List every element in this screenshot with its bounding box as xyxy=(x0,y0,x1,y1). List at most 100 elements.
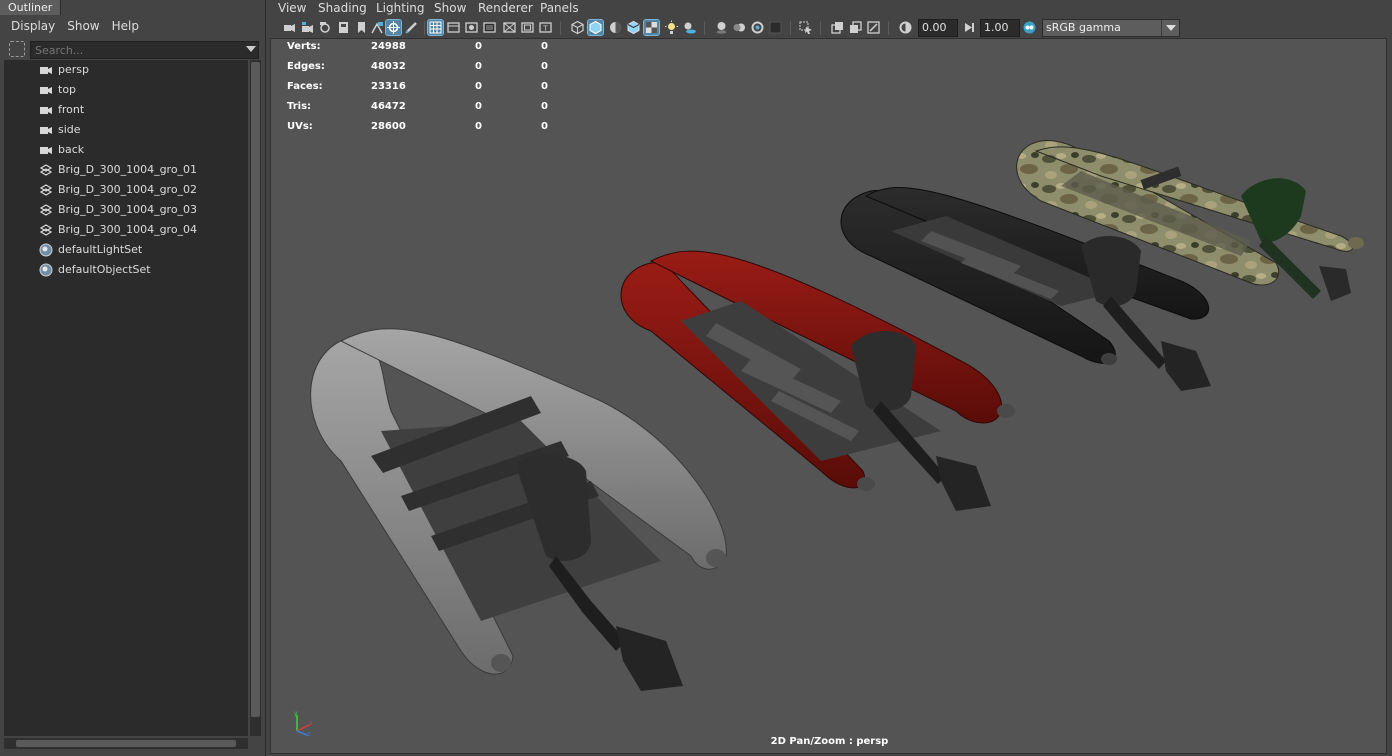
filter-icon[interactable] xyxy=(9,41,25,57)
outliner-item-back[interactable]: back xyxy=(4,140,248,160)
outliner-panel: Outliner Display Show Help persp top fro… xyxy=(0,0,266,756)
outliner-item-label: Brig_D_300_1004_gro_03 xyxy=(58,203,198,216)
maya-window: Outliner Display Show Help persp top fro… xyxy=(0,0,1392,756)
color-space-dropdown[interactable]: sRGB gamma xyxy=(1042,19,1180,37)
use-all-lights-icon[interactable] xyxy=(664,20,679,35)
2d-pan-zoom-icon[interactable] xyxy=(370,20,385,35)
hud-value-components: 0 xyxy=(541,61,548,72)
hud-value-selected: 0 xyxy=(475,81,482,92)
safe-action-icon[interactable] xyxy=(520,20,535,35)
white-inflatable-boat[interactable] xyxy=(310,328,727,691)
axis-gizmo-icon: y x z xyxy=(294,710,313,737)
viewport-menu-renderer[interactable]: Renderer xyxy=(478,0,533,17)
outliner-search-input[interactable] xyxy=(30,41,259,59)
toolbar-separator xyxy=(424,21,425,35)
outliner-item-brig-03[interactable]: Brig_D_300_1004_gro_03 xyxy=(4,200,248,220)
outliner-item-label: Brig_D_300_1004_gro_01 xyxy=(58,163,198,176)
outliner-item-label: top xyxy=(58,83,77,96)
screen-space-ao-icon[interactable] xyxy=(714,20,729,35)
hud-value-components: 0 xyxy=(541,81,548,92)
set-icon xyxy=(39,243,53,257)
outliner-item-top[interactable]: top xyxy=(4,80,248,100)
exposure-field[interactable]: 0.00 xyxy=(918,19,958,37)
viewport-menu-shading[interactable]: Shading xyxy=(318,0,367,17)
hud-label: Verts: xyxy=(287,41,321,52)
outliner-tab[interactable]: Outliner xyxy=(0,0,62,15)
gate-mask-icon[interactable] xyxy=(482,20,497,35)
chevron-down-icon[interactable] xyxy=(246,46,256,52)
outliner-item-side[interactable]: side xyxy=(4,120,248,140)
outliner-horizontal-scrollbar[interactable] xyxy=(4,738,248,749)
xray-active-components-icon[interactable] xyxy=(848,20,863,35)
safe-title-icon[interactable]: T xyxy=(538,20,553,35)
outliner-item-front[interactable]: front xyxy=(4,100,248,120)
select-camera-icon[interactable] xyxy=(282,20,297,35)
wireframe-icon[interactable] xyxy=(570,20,585,35)
outliner-item-brig-04[interactable]: Brig_D_300_1004_gro_04 xyxy=(4,220,248,240)
xray-joints-icon[interactable] xyxy=(866,20,881,35)
depth-of-field-icon[interactable] xyxy=(768,20,783,35)
viewport-toolbar: T 0.00 1.00 sRGB gamma xyxy=(268,18,1392,38)
gamma-icon[interactable] xyxy=(962,20,977,35)
exposure-icon[interactable] xyxy=(898,20,913,35)
scrollbar-thumb[interactable] xyxy=(16,740,236,747)
outliner-item-label: back xyxy=(58,143,85,156)
motion-blur-icon[interactable] xyxy=(732,20,747,35)
outliner-item-default-object-set[interactable]: defaultObjectSet xyxy=(4,260,248,280)
grease-pencil-icon[interactable] xyxy=(404,20,419,35)
3d-viewport[interactable]: Verts: 24988 0 0 Edges: 48032 0 0 Faces:… xyxy=(270,38,1387,754)
outliner-item-label: front xyxy=(58,103,85,116)
viewport-menu-show[interactable]: Show xyxy=(434,0,466,17)
hud-value-total: 46472 xyxy=(371,101,406,112)
scene-render xyxy=(310,140,1364,691)
chevron-down-icon[interactable] xyxy=(1161,20,1179,36)
grid-icon[interactable] xyxy=(427,19,444,36)
color-management-icon[interactable] xyxy=(1022,20,1037,35)
isolate-select-icon[interactable] xyxy=(798,20,813,35)
hud-value-total: 48032 xyxy=(371,61,406,72)
camera-attributes-icon[interactable] xyxy=(300,20,315,35)
hud-value-components: 0 xyxy=(541,101,548,112)
set-icon xyxy=(39,263,53,277)
outliner-menu-display[interactable]: Display xyxy=(0,16,61,36)
outliner-item-brig-02[interactable]: Brig_D_300_1004_gro_02 xyxy=(4,180,248,200)
outliner-menu-help[interactable]: Help xyxy=(106,16,145,36)
outliner-item-label: Brig_D_300_1004_gro_04 xyxy=(58,223,198,236)
outliner-item-brig-01[interactable]: Brig_D_300_1004_gro_01 xyxy=(4,160,248,180)
bookmark-camera-icon[interactable] xyxy=(318,20,333,35)
image-plane-icon[interactable] xyxy=(336,20,351,35)
outliner-menu-show[interactable]: Show xyxy=(61,16,105,36)
resolution-gate-icon[interactable] xyxy=(464,20,479,35)
textured-icon[interactable] xyxy=(643,19,660,36)
camera-icon xyxy=(40,107,52,114)
group-transform-icon xyxy=(39,204,53,216)
viewport-menu-lighting[interactable]: Lighting xyxy=(376,0,425,17)
outliner-item-persp[interactable]: persp xyxy=(4,60,248,80)
film-gate-icon[interactable] xyxy=(446,20,461,35)
outliner-item-label: persp xyxy=(58,63,89,76)
hud-value-selected: 0 xyxy=(475,101,482,112)
scrollbar-thumb[interactable] xyxy=(251,62,260,717)
outliner-search-row xyxy=(0,40,266,60)
svg-text:x: x xyxy=(309,720,313,727)
toolbar-separator xyxy=(820,21,821,35)
anti-aliasing-icon[interactable] xyxy=(750,20,765,35)
xray-icon[interactable] xyxy=(830,20,845,35)
hud-value-total: 24988 xyxy=(371,41,406,52)
smooth-shade-icon[interactable] xyxy=(587,19,604,36)
outliner-vertical-scrollbar[interactable] xyxy=(250,60,261,736)
default-material-icon[interactable] xyxy=(608,20,623,35)
viewport-menu-view[interactable]: View xyxy=(278,0,306,17)
toolbar-separator xyxy=(560,21,561,35)
hud-label: Edges: xyxy=(287,61,325,72)
viewport-menu-panels[interactable]: Panels xyxy=(540,0,579,17)
camera-label: 2D Pan/Zoom : persp xyxy=(770,736,889,747)
wireframe-on-shaded-icon[interactable] xyxy=(626,20,641,35)
bookmark-icon[interactable] xyxy=(354,20,369,35)
hud-value-total: 28600 xyxy=(371,121,406,132)
shadows-icon[interactable] xyxy=(682,20,697,35)
pan-zoom-toggle-icon[interactable] xyxy=(385,19,402,36)
field-chart-icon[interactable] xyxy=(502,20,517,35)
gamma-field[interactable]: 1.00 xyxy=(980,19,1020,37)
outliner-item-default-light-set[interactable]: defaultLightSet xyxy=(4,240,248,260)
